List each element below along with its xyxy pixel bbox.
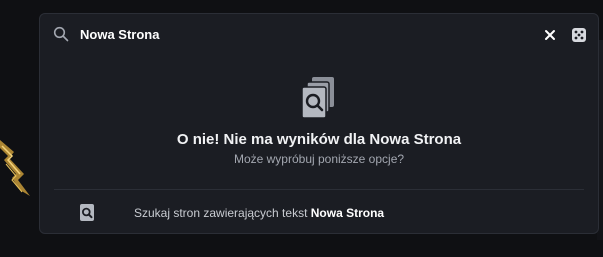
suggestion-label: Szukaj stron zawierających tekst Nowa St… — [134, 206, 384, 220]
background-art — [0, 140, 30, 196]
search-icon — [53, 26, 69, 42]
suggestion-query: Nowa Strona — [310, 206, 385, 220]
search-input[interactable] — [80, 26, 520, 44]
empty-state-subtitle: Może wypróbuj poniższe opcje? — [233, 152, 405, 166]
empty-state-title: O nie! Nie ma wyników dla Nowa Strona — [176, 131, 462, 148]
close-icon[interactable] — [543, 28, 557, 42]
search-text-suggestion[interactable]: Szukaj stron zawierających tekst Nowa St… — [54, 197, 584, 229]
dice-icon[interactable] — [571, 27, 587, 43]
divider — [54, 189, 584, 190]
pages-search-icon — [302, 77, 334, 119]
search-panel: O nie! Nie ma wyników dla Nowa Strona Mo… — [39, 13, 599, 234]
search-bar — [40, 14, 598, 56]
page-search-icon — [80, 204, 94, 221]
suggestion-prefix: Szukaj stron zawierających tekst — [134, 206, 311, 220]
